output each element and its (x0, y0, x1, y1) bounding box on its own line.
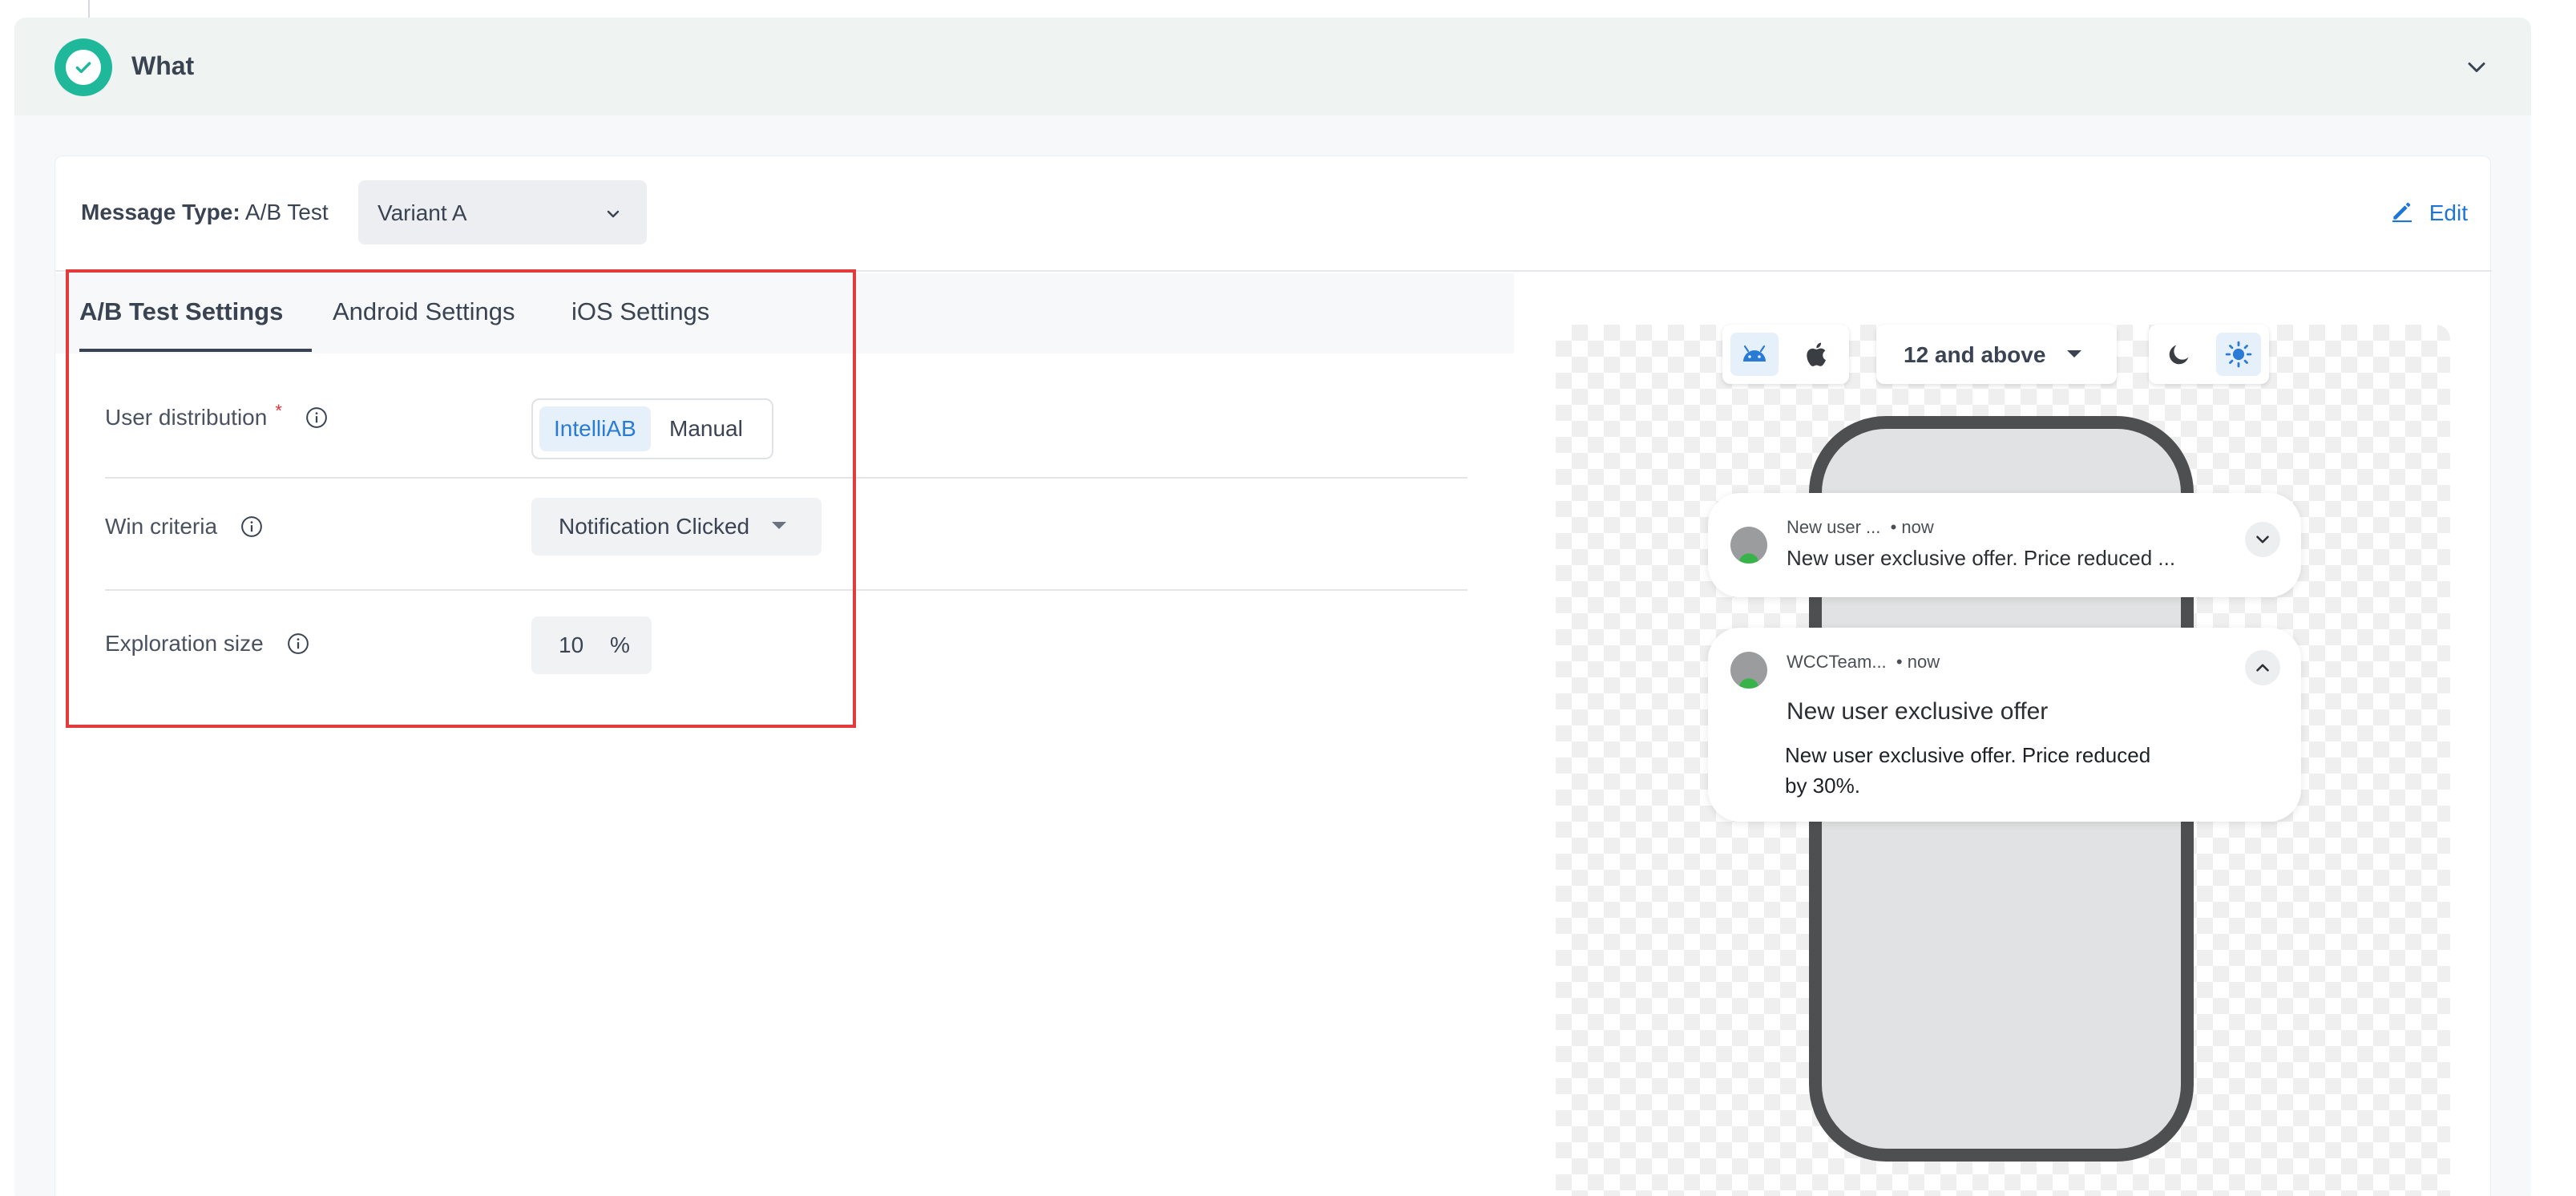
notification-app-label: WCCTeam... (1787, 652, 1887, 672)
android-icon (1730, 652, 1767, 689)
os-version-value: 12 and above (1904, 342, 2046, 367)
exploration-size-text: Exploration size (105, 631, 264, 656)
edit-button[interactable]: Edit (2389, 198, 2468, 228)
win-criteria-value: Notification Clicked (559, 514, 750, 539)
pencil-icon (2389, 198, 2415, 228)
android-icon (1730, 527, 1767, 564)
notification-expanded[interactable]: WCCTeam... • now New user exclusive offe… (1708, 628, 2301, 822)
win-criteria-label: Win criteria (105, 514, 264, 539)
user-distribution-row: User distribution * IntelliAB Manual (105, 370, 1468, 479)
notification-app-label: New user ... (1787, 517, 1881, 537)
win-criteria-text: Win criteria (105, 514, 218, 539)
chevron-down-icon (604, 204, 623, 228)
message-type-label: Message Type: (81, 200, 240, 224)
android-icon[interactable] (1730, 333, 1779, 376)
notification-preview: 12 and above New user ... • now New user… (1556, 325, 2450, 1196)
exploration-size-row: Exploration size 10 % (105, 591, 1468, 700)
active-tab-indicator (79, 349, 312, 352)
chevron-down-icon[interactable] (2462, 53, 2491, 82)
notification-body: New user exclusive offer. Price reduced … (1787, 546, 2176, 570)
sun-icon[interactable] (2216, 333, 2261, 376)
notification-app-name: New user ... • now (1787, 517, 1934, 538)
theme-toggle (2149, 325, 2269, 384)
message-type: Message Type: A/B Test (81, 200, 329, 225)
required-mark: * (275, 401, 282, 421)
apple-icon[interactable] (1791, 333, 1839, 376)
exploration-size-unit: % (610, 632, 630, 657)
caret-down-icon (2067, 350, 2081, 358)
notification-app-name: WCCTeam... • now (1787, 652, 1940, 673)
section-title: What (131, 51, 195, 80)
message-card: Message Type: A/B Test Variant A Edit A/… (55, 156, 2492, 1196)
win-criteria-select[interactable]: Notification Clicked (531, 498, 822, 556)
user-distribution-toggle: IntelliAB Manual (531, 398, 773, 459)
info-icon[interactable] (240, 515, 264, 539)
chevron-down-icon[interactable] (2245, 522, 2280, 557)
timeline-connector (88, 0, 90, 18)
variant-select-value: Variant A (378, 200, 467, 225)
option-intelliab[interactable]: IntelliAB (539, 406, 651, 451)
notification-time: • now (1890, 517, 1934, 537)
exploration-size-label: Exploration size (105, 631, 310, 657)
settings-panel: A/B Test Settings Android Settings iOS S… (55, 273, 1514, 1196)
tab-ab-test-settings[interactable]: A/B Test Settings (79, 297, 283, 326)
exploration-size-input[interactable]: 10 % (531, 616, 652, 674)
user-distribution-text: User distribution (105, 405, 268, 430)
notification-body: New user exclusive offer. Price reduced … (1785, 743, 2151, 798)
option-manual[interactable]: Manual (655, 406, 757, 451)
tab-ios-settings[interactable]: iOS Settings (571, 297, 709, 326)
exploration-size-value: 10 (559, 632, 584, 657)
preview-panel: 12 and above New user ... • now New user… (1516, 273, 2490, 1196)
check-circle-icon (55, 38, 112, 96)
section-header[interactable]: What (14, 18, 2531, 115)
what-section: What Message Type: A/B Test Variant A Ed… (14, 18, 2531, 1196)
os-version-select[interactable]: 12 and above (1876, 325, 2117, 384)
notification-time: • now (1896, 652, 1940, 672)
user-distribution-label: User distribution * (105, 401, 329, 430)
caret-down-icon (772, 522, 786, 529)
chevron-up-icon[interactable] (2245, 650, 2280, 685)
message-type-value: A/B Test (244, 200, 329, 224)
tab-android-settings[interactable]: Android Settings (333, 297, 515, 326)
moon-icon[interactable] (2157, 333, 2202, 376)
info-icon[interactable] (286, 632, 310, 656)
notification-collapsed[interactable]: New user ... • now New user exclusive of… (1708, 493, 2301, 597)
info-icon[interactable] (305, 406, 329, 430)
variant-select[interactable]: Variant A (358, 180, 647, 244)
win-criteria-row: Win criteria Notification Clicked (105, 479, 1468, 591)
notification-title: New user exclusive offer (1787, 698, 2049, 725)
settings-tabs: A/B Test Settings Android Settings iOS S… (55, 273, 1514, 354)
edit-label: Edit (2429, 200, 2468, 225)
card-toolbar: Message Type: A/B Test Variant A Edit (55, 156, 2492, 272)
os-toggle (1722, 325, 1849, 384)
